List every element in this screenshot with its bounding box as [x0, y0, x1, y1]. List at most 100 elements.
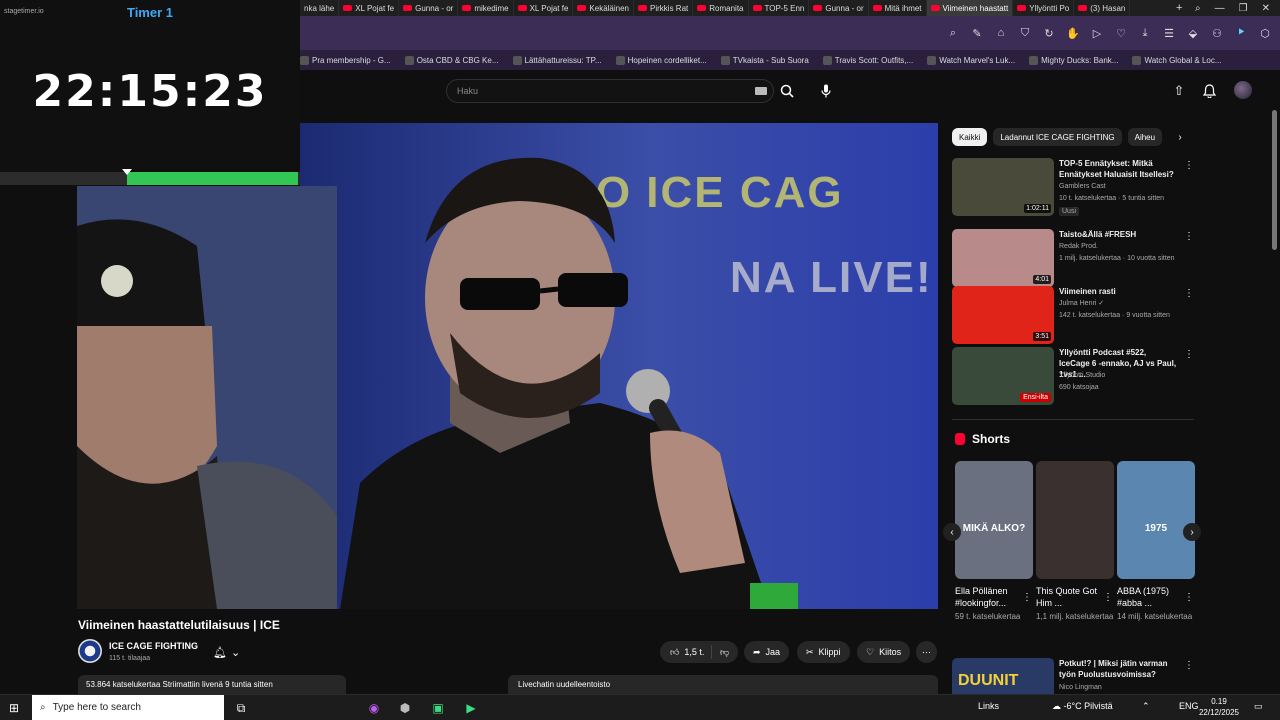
- browser-tab[interactable]: Gunna - or: [399, 0, 459, 16]
- bookmark-item[interactable]: Watch Global & Loc...: [1132, 55, 1222, 65]
- extension-accent-icon[interactable]: ⯈: [1234, 26, 1248, 40]
- refresh-icon[interactable]: ↻: [1042, 26, 1056, 40]
- bookmark-item[interactable]: Mighty Ducks: Bank...: [1029, 55, 1118, 65]
- more-vertical-icon[interactable]: ⋮: [1184, 592, 1194, 603]
- heart-icon[interactable]: ♡: [1114, 26, 1128, 40]
- browser-tab[interactable]: XL Pojat fe: [339, 0, 400, 16]
- filter-chip[interactable]: Aiheu: [1127, 128, 1163, 146]
- minimize-icon[interactable]: —: [1215, 3, 1225, 14]
- browser-tab[interactable]: Mitä ihmet: [869, 0, 927, 16]
- recommendation-item[interactable]: Ensi-ilta Yllyöntti Podcast #522, IceCage…: [952, 347, 1194, 405]
- filter-chip[interactable]: Ladannut ICE CAGE FIGHTING: [993, 128, 1122, 146]
- search-tabs-icon[interactable]: ⌕: [1195, 3, 1201, 14]
- browser-tab[interactable]: Yllyöntti Po: [1013, 0, 1075, 16]
- browser-tab[interactable]: Romanita: [693, 0, 749, 16]
- browser-tab[interactable]: Kekäläinen: [573, 0, 635, 16]
- shield-icon[interactable]: ⛉: [1018, 26, 1032, 40]
- taskbar-search-input[interactable]: ⌕ Type here to search: [32, 695, 224, 720]
- play-icon[interactable]: ▷: [1090, 26, 1104, 40]
- browser-tab[interactable]: (3) Hasan: [1074, 0, 1131, 16]
- bookmark-item[interactable]: Osta CBD & CBG Ke...: [404, 55, 499, 65]
- thanks-button[interactable]: ♡ Kiitos: [857, 641, 911, 663]
- browser-tab[interactable]: nka lähe: [300, 0, 340, 16]
- system-clock[interactable]: 0.19 22/12/2025: [1196, 696, 1242, 718]
- bookmark-item[interactable]: Watch Marvel's Luk...: [927, 55, 1015, 65]
- shorts-next-icon[interactable]: ›: [1183, 523, 1201, 541]
- extension-icon[interactable]: ✋: [1066, 26, 1080, 40]
- app-icon[interactable]: ▣: [428, 698, 448, 718]
- browser-tab[interactable]: XL Pojat fe: [514, 0, 574, 16]
- upload-icon[interactable]: ⇧: [1170, 82, 1188, 100]
- play-app-icon[interactable]: ▶: [461, 698, 481, 718]
- close-window-icon[interactable]: ✕: [1262, 3, 1270, 14]
- timer-clock: 22:15:23: [32, 66, 268, 117]
- task-view-icon[interactable]: ⧉: [231, 698, 251, 718]
- share-button[interactable]: ➦ Jaa: [744, 641, 790, 663]
- browser-tab[interactable]: Pirkkis Rat: [634, 0, 694, 16]
- tray-chevron-icon[interactable]: ⌃: [1142, 701, 1150, 712]
- bookmark-item[interactable]: Travis Scott: Outfits,...: [822, 55, 913, 65]
- windows-start-icon[interactable]: ⊞: [6, 700, 22, 716]
- recommendation-item[interactable]: 3:51 Viimeinen rasti Julma Henri ✓ 142 t. k…: [952, 286, 1194, 344]
- chat-replay-box[interactable]: Livechatin uudelleentoisto: [508, 675, 938, 695]
- browser-tab[interactable]: TOP-5 Enn: [749, 0, 810, 16]
- profile-icon[interactable]: ⚇: [1210, 26, 1224, 40]
- clip-button[interactable]: ✂ Klippi: [797, 641, 850, 663]
- shorts-prev-icon[interactable]: ‹: [943, 523, 961, 541]
- short-item[interactable]: 1975 ABBA (1975) #abba ... 14 milj. katsel…: [1117, 461, 1195, 622]
- thanks-label: Kiitos: [879, 647, 902, 657]
- voice-search-button[interactable]: [814, 79, 838, 103]
- video-player[interactable]: LTSO ICE CAG NA LIVE!: [300, 123, 938, 609]
- chevron-right-icon[interactable]: ›: [1172, 128, 1188, 146]
- short-item[interactable]: This Quote Got Him ... 1,1 milj. katseluk…: [1036, 461, 1114, 622]
- edit-icon[interactable]: ✎: [970, 26, 984, 40]
- filter-chip[interactable]: Kaikki: [952, 128, 988, 146]
- app-icon[interactable]: ⬢: [395, 698, 415, 718]
- subscribe-bell-button[interactable]: 🔔︎ ⌄: [213, 643, 249, 661]
- short-item[interactable]: MIKÄ ALKO? Ella Pöllänen #lookingfor... 59…: [955, 461, 1033, 622]
- weather-widget[interactable]: ☁ -6°C Pilvistä: [1052, 701, 1113, 712]
- more-vertical-icon[interactable]: ⋮: [1184, 288, 1194, 299]
- more-vertical-icon[interactable]: ⋮: [1184, 160, 1194, 171]
- tab-title: Romanita: [709, 3, 744, 13]
- more-vertical-icon[interactable]: ⋮: [1022, 592, 1032, 603]
- restore-icon[interactable]: ❐: [1239, 3, 1248, 14]
- settings-icon[interactable]: ⬡: [1258, 26, 1272, 40]
- channel-avatar[interactable]: [78, 639, 102, 663]
- download-icon[interactable]: ⤓: [1138, 26, 1152, 40]
- menu-icon[interactable]: ☰: [1162, 26, 1176, 40]
- recommendation-item[interactable]: 1:02:11 TOP-5 Ennätykset: Mitkä Ennätykse…: [952, 158, 1194, 216]
- more-vertical-icon[interactable]: ⋮: [1184, 660, 1194, 671]
- bookmark-item[interactable]: Lättähattureissu: TP...: [512, 55, 602, 65]
- browser-app-icon[interactable]: ◉: [364, 698, 384, 718]
- dislike-button[interactable]: 👎︎: [712, 647, 729, 658]
- bookmark-item[interactable]: TVkaista - Sub Suora: [720, 55, 809, 65]
- user-avatar[interactable]: [1234, 81, 1252, 99]
- links-toolbar[interactable]: Links: [978, 701, 999, 711]
- more-actions-button[interactable]: ⋯: [916, 641, 937, 663]
- like-button[interactable]: 👍︎ 1,5 t.: [660, 645, 712, 659]
- bookmark-label: TVkaista - Sub Suora: [732, 55, 809, 65]
- channel-name[interactable]: ICE CAGE FIGHTING: [109, 641, 198, 651]
- scrollbar[interactable]: [1272, 110, 1277, 250]
- browser-tab[interactable]: Gunna - or: [809, 0, 869, 16]
- new-tab-button[interactable]: +: [1170, 2, 1188, 14]
- more-vertical-icon[interactable]: ⋮: [1184, 349, 1194, 360]
- browser-tab[interactable]: Viimeinen haastatt: [926, 0, 1014, 16]
- browser-tab[interactable]: mikedime: [458, 0, 514, 16]
- keyboard-icon[interactable]: [755, 87, 767, 95]
- recommendation-item[interactable]: 4:01 Taisto&Ällä #FRESH Redak Prod. 1 milj.…: [952, 229, 1194, 287]
- bookmark-item[interactable]: Hopeinen cordelliket...: [615, 55, 707, 65]
- clip-label: Klippi: [818, 647, 841, 657]
- notification-center-icon[interactable]: ▭: [1254, 701, 1263, 712]
- zoom-icon[interactable]: ⌕: [946, 26, 960, 40]
- search-button[interactable]: [774, 79, 800, 103]
- home-icon[interactable]: ⌂: [994, 26, 1008, 40]
- search-input[interactable]: Haku: [446, 79, 774, 103]
- bookmark-item[interactable]: Pra membership - G...: [300, 55, 391, 65]
- pin-icon[interactable]: ⬙: [1186, 26, 1200, 40]
- more-vertical-icon[interactable]: ⋮: [1184, 231, 1194, 242]
- notifications-icon[interactable]: [1200, 82, 1218, 100]
- description-box[interactable]: 53.864 katselukertaa Striimattiin livenä…: [78, 675, 346, 695]
- more-vertical-icon[interactable]: ⋮: [1103, 592, 1113, 603]
